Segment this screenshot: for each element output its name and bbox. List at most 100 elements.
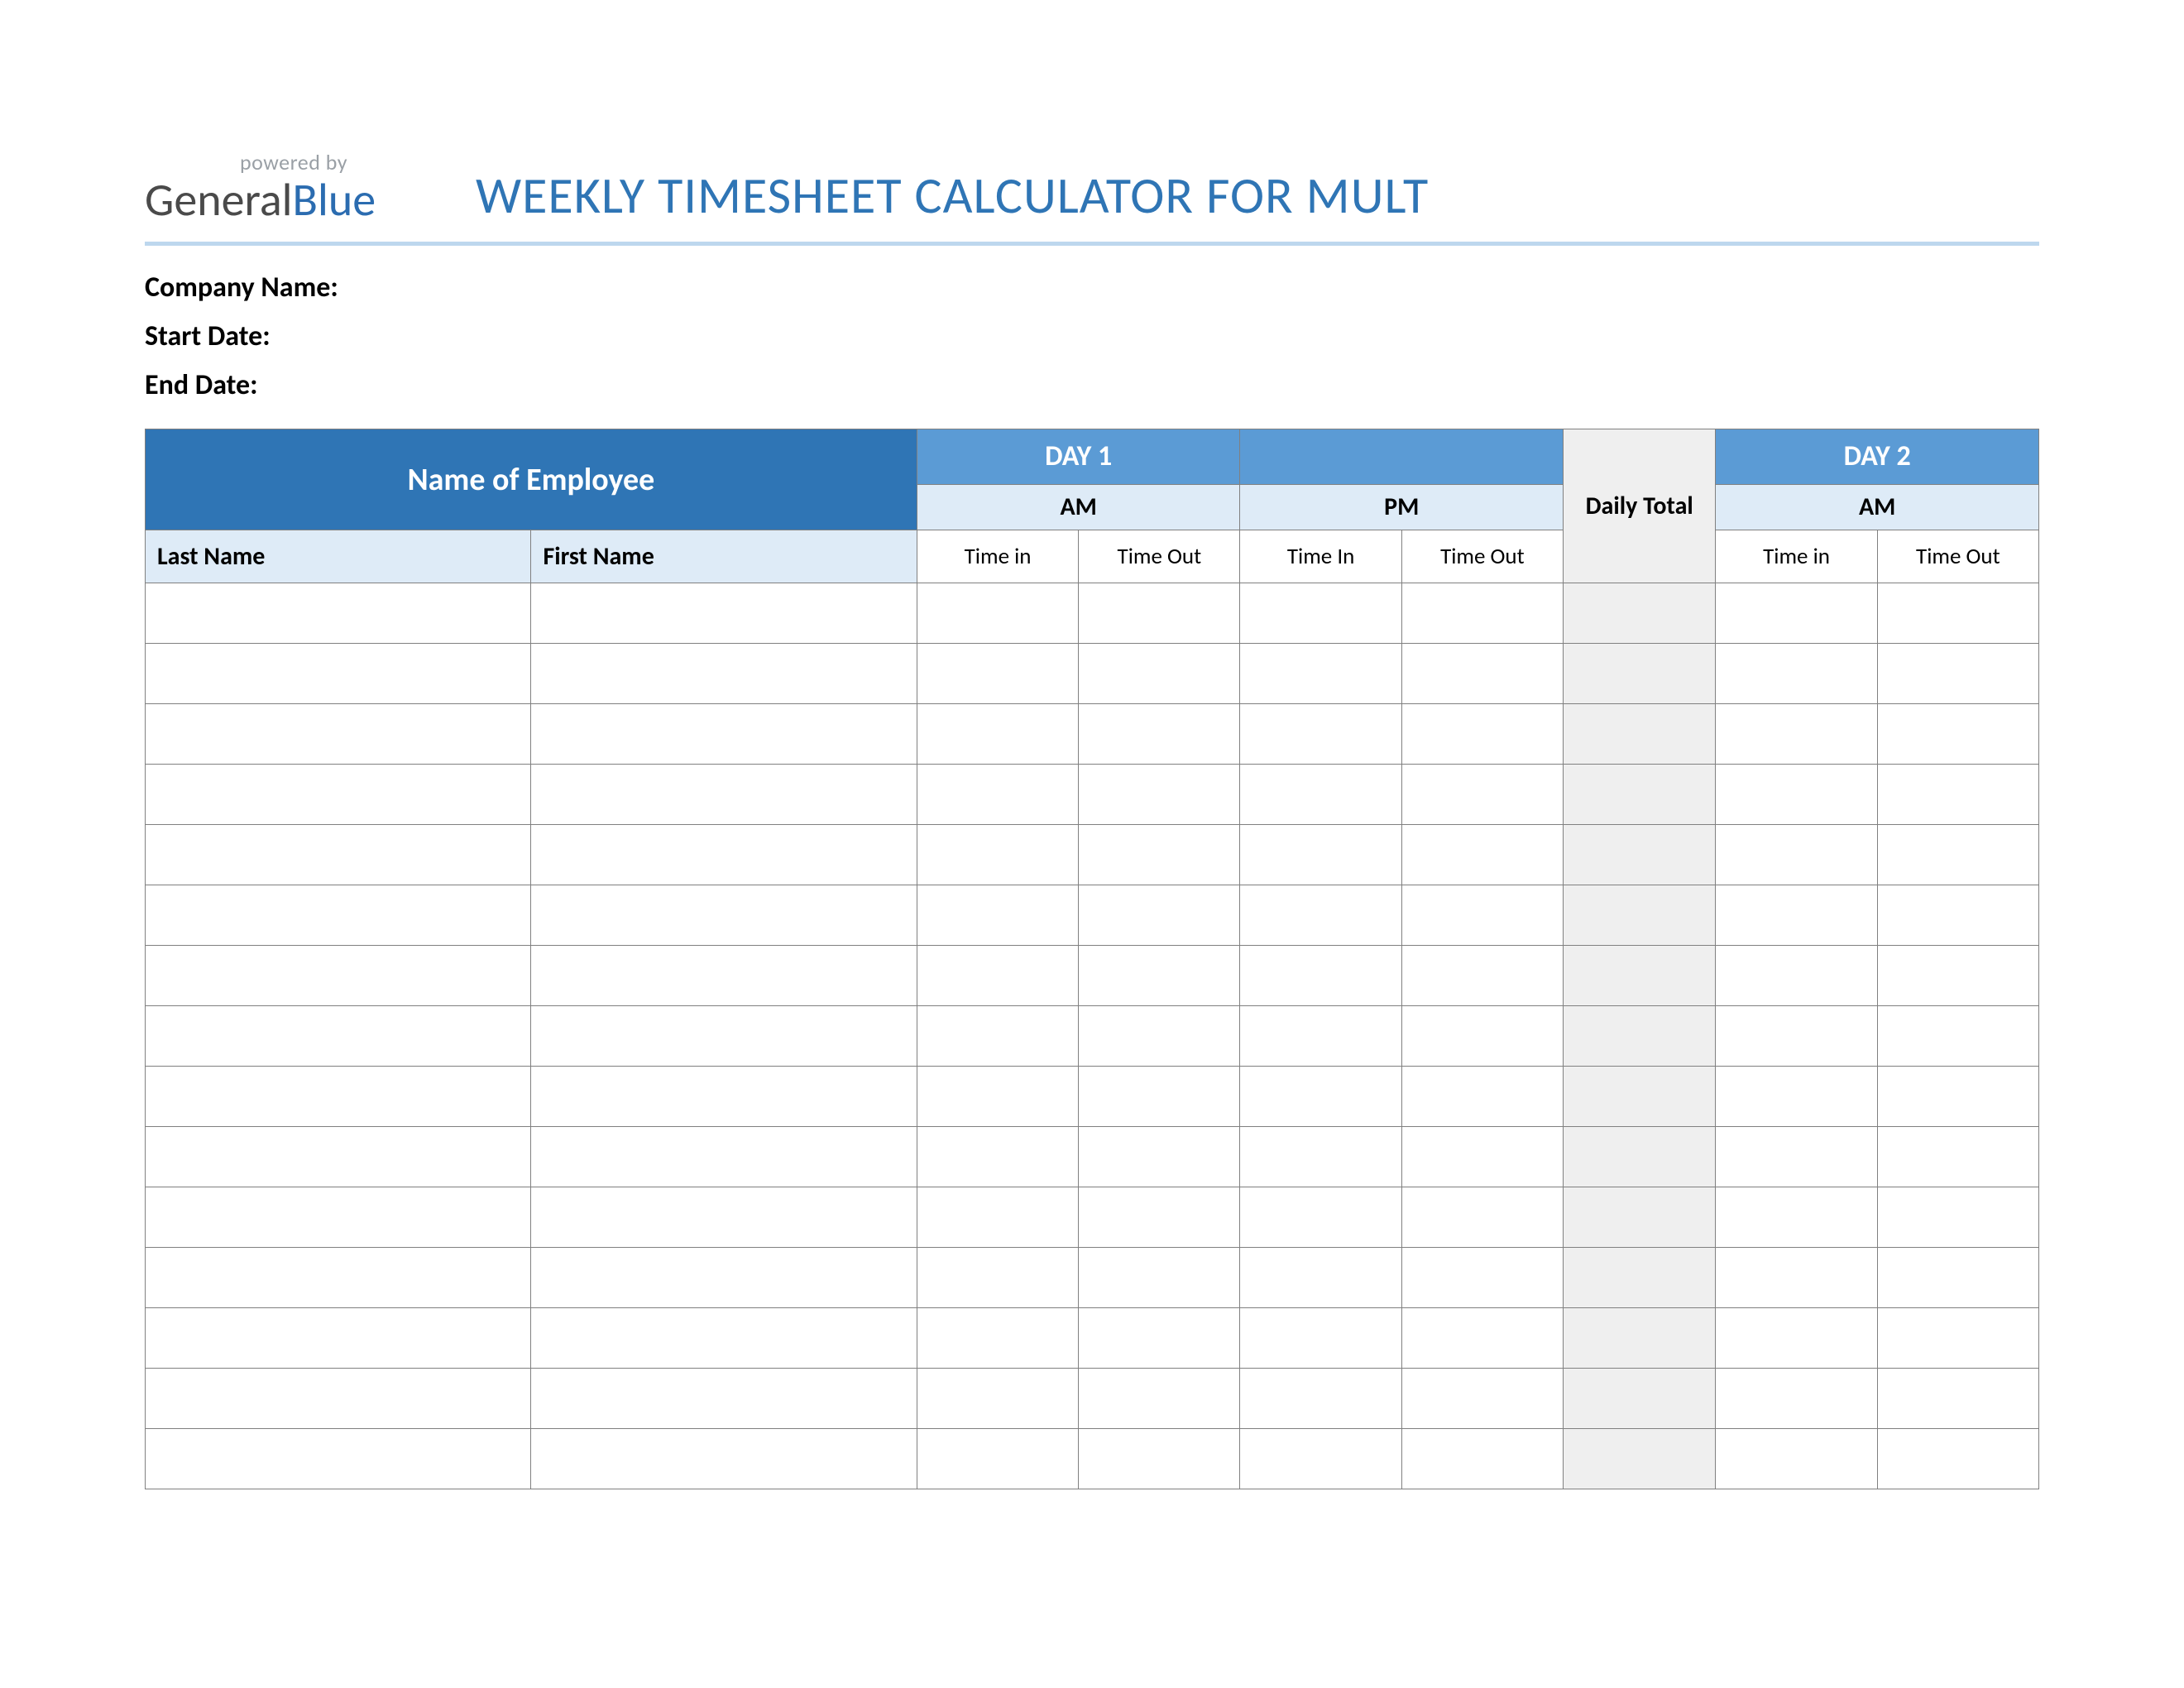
- data-cell[interactable]: [1401, 1248, 1563, 1308]
- data-cell[interactable]: [146, 1248, 531, 1308]
- daily-total-cell[interactable]: [1564, 1067, 1716, 1127]
- data-cell[interactable]: [1079, 1248, 1240, 1308]
- data-cell[interactable]: [1877, 644, 2038, 704]
- data-cell[interactable]: [1716, 765, 1877, 825]
- data-cell[interactable]: [531, 1369, 917, 1429]
- daily-total-cell[interactable]: [1564, 1369, 1716, 1429]
- data-cell[interactable]: [1401, 1429, 1563, 1489]
- data-cell[interactable]: [917, 1308, 1078, 1369]
- data-cell[interactable]: [1079, 1067, 1240, 1127]
- data-cell[interactable]: [917, 1006, 1078, 1067]
- data-cell[interactable]: [1079, 704, 1240, 765]
- daily-total-cell[interactable]: [1564, 765, 1716, 825]
- data-cell[interactable]: [1716, 1067, 1877, 1127]
- data-cell[interactable]: [1240, 1248, 1401, 1308]
- data-cell[interactable]: [1240, 583, 1401, 644]
- data-cell[interactable]: [531, 704, 917, 765]
- data-cell[interactable]: [531, 1127, 917, 1187]
- data-cell[interactable]: [1079, 1308, 1240, 1369]
- data-cell[interactable]: [1401, 704, 1563, 765]
- data-cell[interactable]: [531, 1248, 917, 1308]
- data-cell[interactable]: [917, 1429, 1078, 1489]
- data-cell[interactable]: [531, 644, 917, 704]
- data-cell[interactable]: [917, 644, 1078, 704]
- data-cell[interactable]: [1240, 1308, 1401, 1369]
- data-cell[interactable]: [917, 946, 1078, 1006]
- daily-total-cell[interactable]: [1564, 1006, 1716, 1067]
- data-cell[interactable]: [917, 1127, 1078, 1187]
- data-cell[interactable]: [1079, 946, 1240, 1006]
- data-cell[interactable]: [1716, 704, 1877, 765]
- data-cell[interactable]: [1877, 1429, 2038, 1489]
- data-cell[interactable]: [1401, 946, 1563, 1006]
- data-cell[interactable]: [1240, 885, 1401, 946]
- data-cell[interactable]: [1240, 1429, 1401, 1489]
- data-cell[interactable]: [1401, 1127, 1563, 1187]
- data-cell[interactable]: [1240, 1127, 1401, 1187]
- data-cell[interactable]: [1716, 1187, 1877, 1248]
- data-cell[interactable]: [531, 1429, 917, 1489]
- data-cell[interactable]: [1716, 644, 1877, 704]
- data-cell[interactable]: [146, 1067, 531, 1127]
- data-cell[interactable]: [1079, 1369, 1240, 1429]
- data-cell[interactable]: [1240, 765, 1401, 825]
- daily-total-cell[interactable]: [1564, 1248, 1716, 1308]
- data-cell[interactable]: [1079, 1127, 1240, 1187]
- data-cell[interactable]: [1877, 1248, 2038, 1308]
- data-cell[interactable]: [1877, 1308, 2038, 1369]
- data-cell[interactable]: [1877, 1067, 2038, 1127]
- data-cell[interactable]: [1240, 1006, 1401, 1067]
- data-cell[interactable]: [1877, 825, 2038, 885]
- data-cell[interactable]: [1877, 885, 2038, 946]
- data-cell[interactable]: [146, 825, 531, 885]
- data-cell[interactable]: [1716, 825, 1877, 885]
- data-cell[interactable]: [531, 885, 917, 946]
- data-cell[interactable]: [1877, 704, 2038, 765]
- data-cell[interactable]: [1401, 1369, 1563, 1429]
- daily-total-cell[interactable]: [1564, 583, 1716, 644]
- data-cell[interactable]: [1240, 1067, 1401, 1127]
- data-cell[interactable]: [917, 885, 1078, 946]
- data-cell[interactable]: [1877, 1369, 2038, 1429]
- data-cell[interactable]: [1716, 1369, 1877, 1429]
- daily-total-cell[interactable]: [1564, 825, 1716, 885]
- data-cell[interactable]: [146, 1187, 531, 1248]
- data-cell[interactable]: [1079, 825, 1240, 885]
- daily-total-cell[interactable]: [1564, 1187, 1716, 1248]
- data-cell[interactable]: [1401, 885, 1563, 946]
- data-cell[interactable]: [531, 1067, 917, 1127]
- data-cell[interactable]: [1401, 1067, 1563, 1127]
- daily-total-cell[interactable]: [1564, 1429, 1716, 1489]
- data-cell[interactable]: [1716, 1006, 1877, 1067]
- data-cell[interactable]: [1401, 583, 1563, 644]
- data-cell[interactable]: [917, 1067, 1078, 1127]
- data-cell[interactable]: [1401, 825, 1563, 885]
- data-cell[interactable]: [146, 765, 531, 825]
- daily-total-cell[interactable]: [1564, 704, 1716, 765]
- data-cell[interactable]: [531, 946, 917, 1006]
- data-cell[interactable]: [1240, 644, 1401, 704]
- data-cell[interactable]: [1079, 1187, 1240, 1248]
- data-cell[interactable]: [146, 1127, 531, 1187]
- data-cell[interactable]: [1877, 1006, 2038, 1067]
- data-cell[interactable]: [531, 765, 917, 825]
- data-cell[interactable]: [146, 704, 531, 765]
- data-cell[interactable]: [917, 583, 1078, 644]
- data-cell[interactable]: [917, 1369, 1078, 1429]
- data-cell[interactable]: [146, 1429, 531, 1489]
- data-cell[interactable]: [1240, 1369, 1401, 1429]
- data-cell[interactable]: [146, 1006, 531, 1067]
- data-cell[interactable]: [531, 1308, 917, 1369]
- daily-total-cell[interactable]: [1564, 644, 1716, 704]
- data-cell[interactable]: [146, 885, 531, 946]
- data-cell[interactable]: [531, 825, 917, 885]
- data-cell[interactable]: [146, 1369, 531, 1429]
- data-cell[interactable]: [1877, 765, 2038, 825]
- data-cell[interactable]: [1716, 1127, 1877, 1187]
- data-cell[interactable]: [1401, 1006, 1563, 1067]
- data-cell[interactable]: [1877, 1187, 2038, 1248]
- data-cell[interactable]: [1877, 583, 2038, 644]
- data-cell[interactable]: [531, 1006, 917, 1067]
- daily-total-cell[interactable]: [1564, 946, 1716, 1006]
- data-cell[interactable]: [1079, 765, 1240, 825]
